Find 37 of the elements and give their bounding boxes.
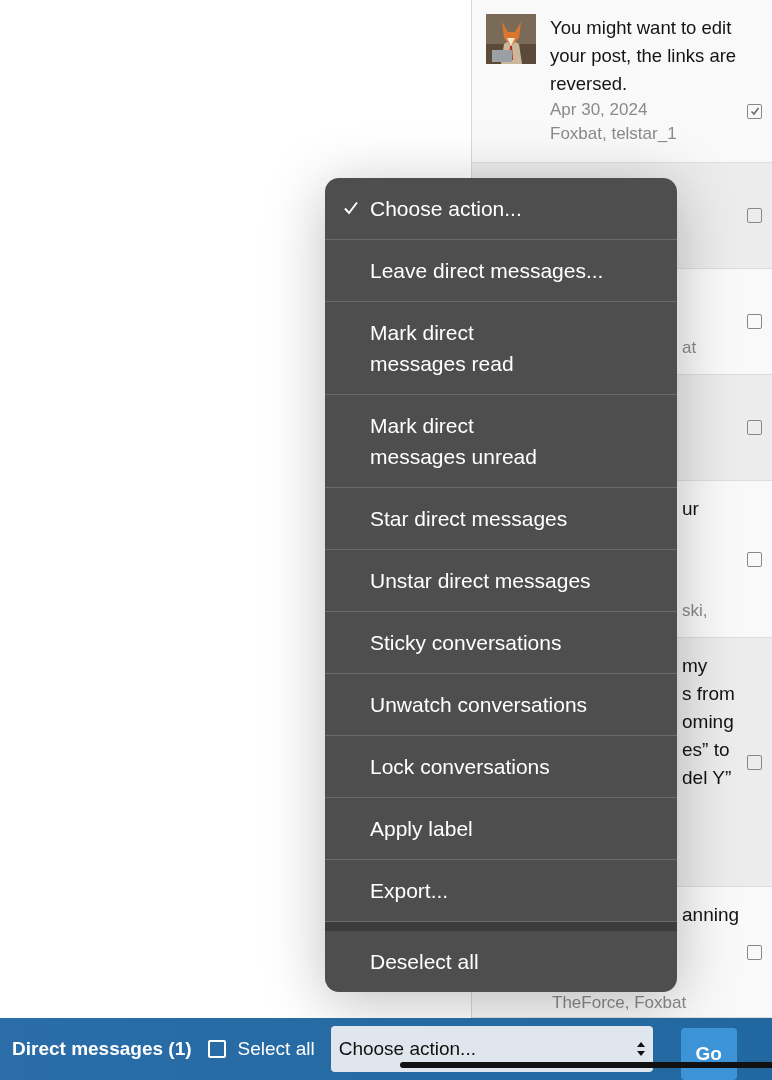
menu-item[interactable]: Lock conversations — [325, 736, 677, 798]
row-checkbox[interactable] — [747, 103, 763, 119]
menu-item[interactable]: Deselect all — [325, 931, 677, 992]
toolbar-title: Direct messages (1) — [12, 1038, 192, 1060]
menu-item[interactable]: Mark direct messages read — [325, 302, 677, 395]
menu-item[interactable]: Unstar direct messages — [325, 550, 677, 612]
participants: ski, — [682, 600, 709, 622]
chevron-updown-icon — [636, 1041, 645, 1057]
menu-item[interactable]: Choose action... — [325, 178, 677, 240]
message-preview-line: oming — [682, 710, 735, 734]
message-preview-line: ur — [682, 497, 700, 521]
menu-item[interactable]: Unwatch conversations — [325, 674, 677, 736]
message-preview-line: del Y” — [682, 766, 733, 790]
participants: at — [682, 337, 698, 359]
menu-item[interactable]: Mark direct messages unread — [325, 395, 677, 488]
menu-item[interactable]: Leave direct messages... — [325, 240, 677, 302]
participants: Foxbat, telstar_1 — [550, 123, 678, 145]
row-checkbox[interactable] — [747, 208, 763, 223]
participants: TheForce, Foxbat — [552, 992, 687, 1014]
message-date: Apr 30, 2024 — [550, 99, 649, 121]
menu-item[interactable]: Star direct messages — [325, 488, 677, 550]
message-preview-line: es” to — [682, 738, 731, 762]
action-select[interactable]: Choose action... — [330, 1026, 653, 1072]
row-checkbox[interactable] — [747, 551, 763, 567]
select-all-checkbox[interactable] — [207, 1040, 226, 1058]
select-all-label[interactable]: Select all — [237, 1038, 315, 1060]
row-checkbox[interactable] — [747, 420, 763, 435]
checkmark-icon — [748, 105, 761, 117]
message-preview-line: anning — [682, 903, 740, 927]
row-checkbox[interactable] — [747, 944, 763, 960]
message-preview-line: s from — [682, 682, 736, 706]
row-checkbox[interactable] — [747, 754, 763, 770]
menu-item[interactable]: Sticky conversations — [325, 612, 677, 674]
message-preview-line: my — [682, 654, 709, 678]
menu-item[interactable]: Apply label — [325, 798, 677, 860]
row-checkbox[interactable] — [747, 314, 763, 329]
message-preview[interactable]: You might want to edit your post, the links are reversed. — [550, 14, 740, 98]
